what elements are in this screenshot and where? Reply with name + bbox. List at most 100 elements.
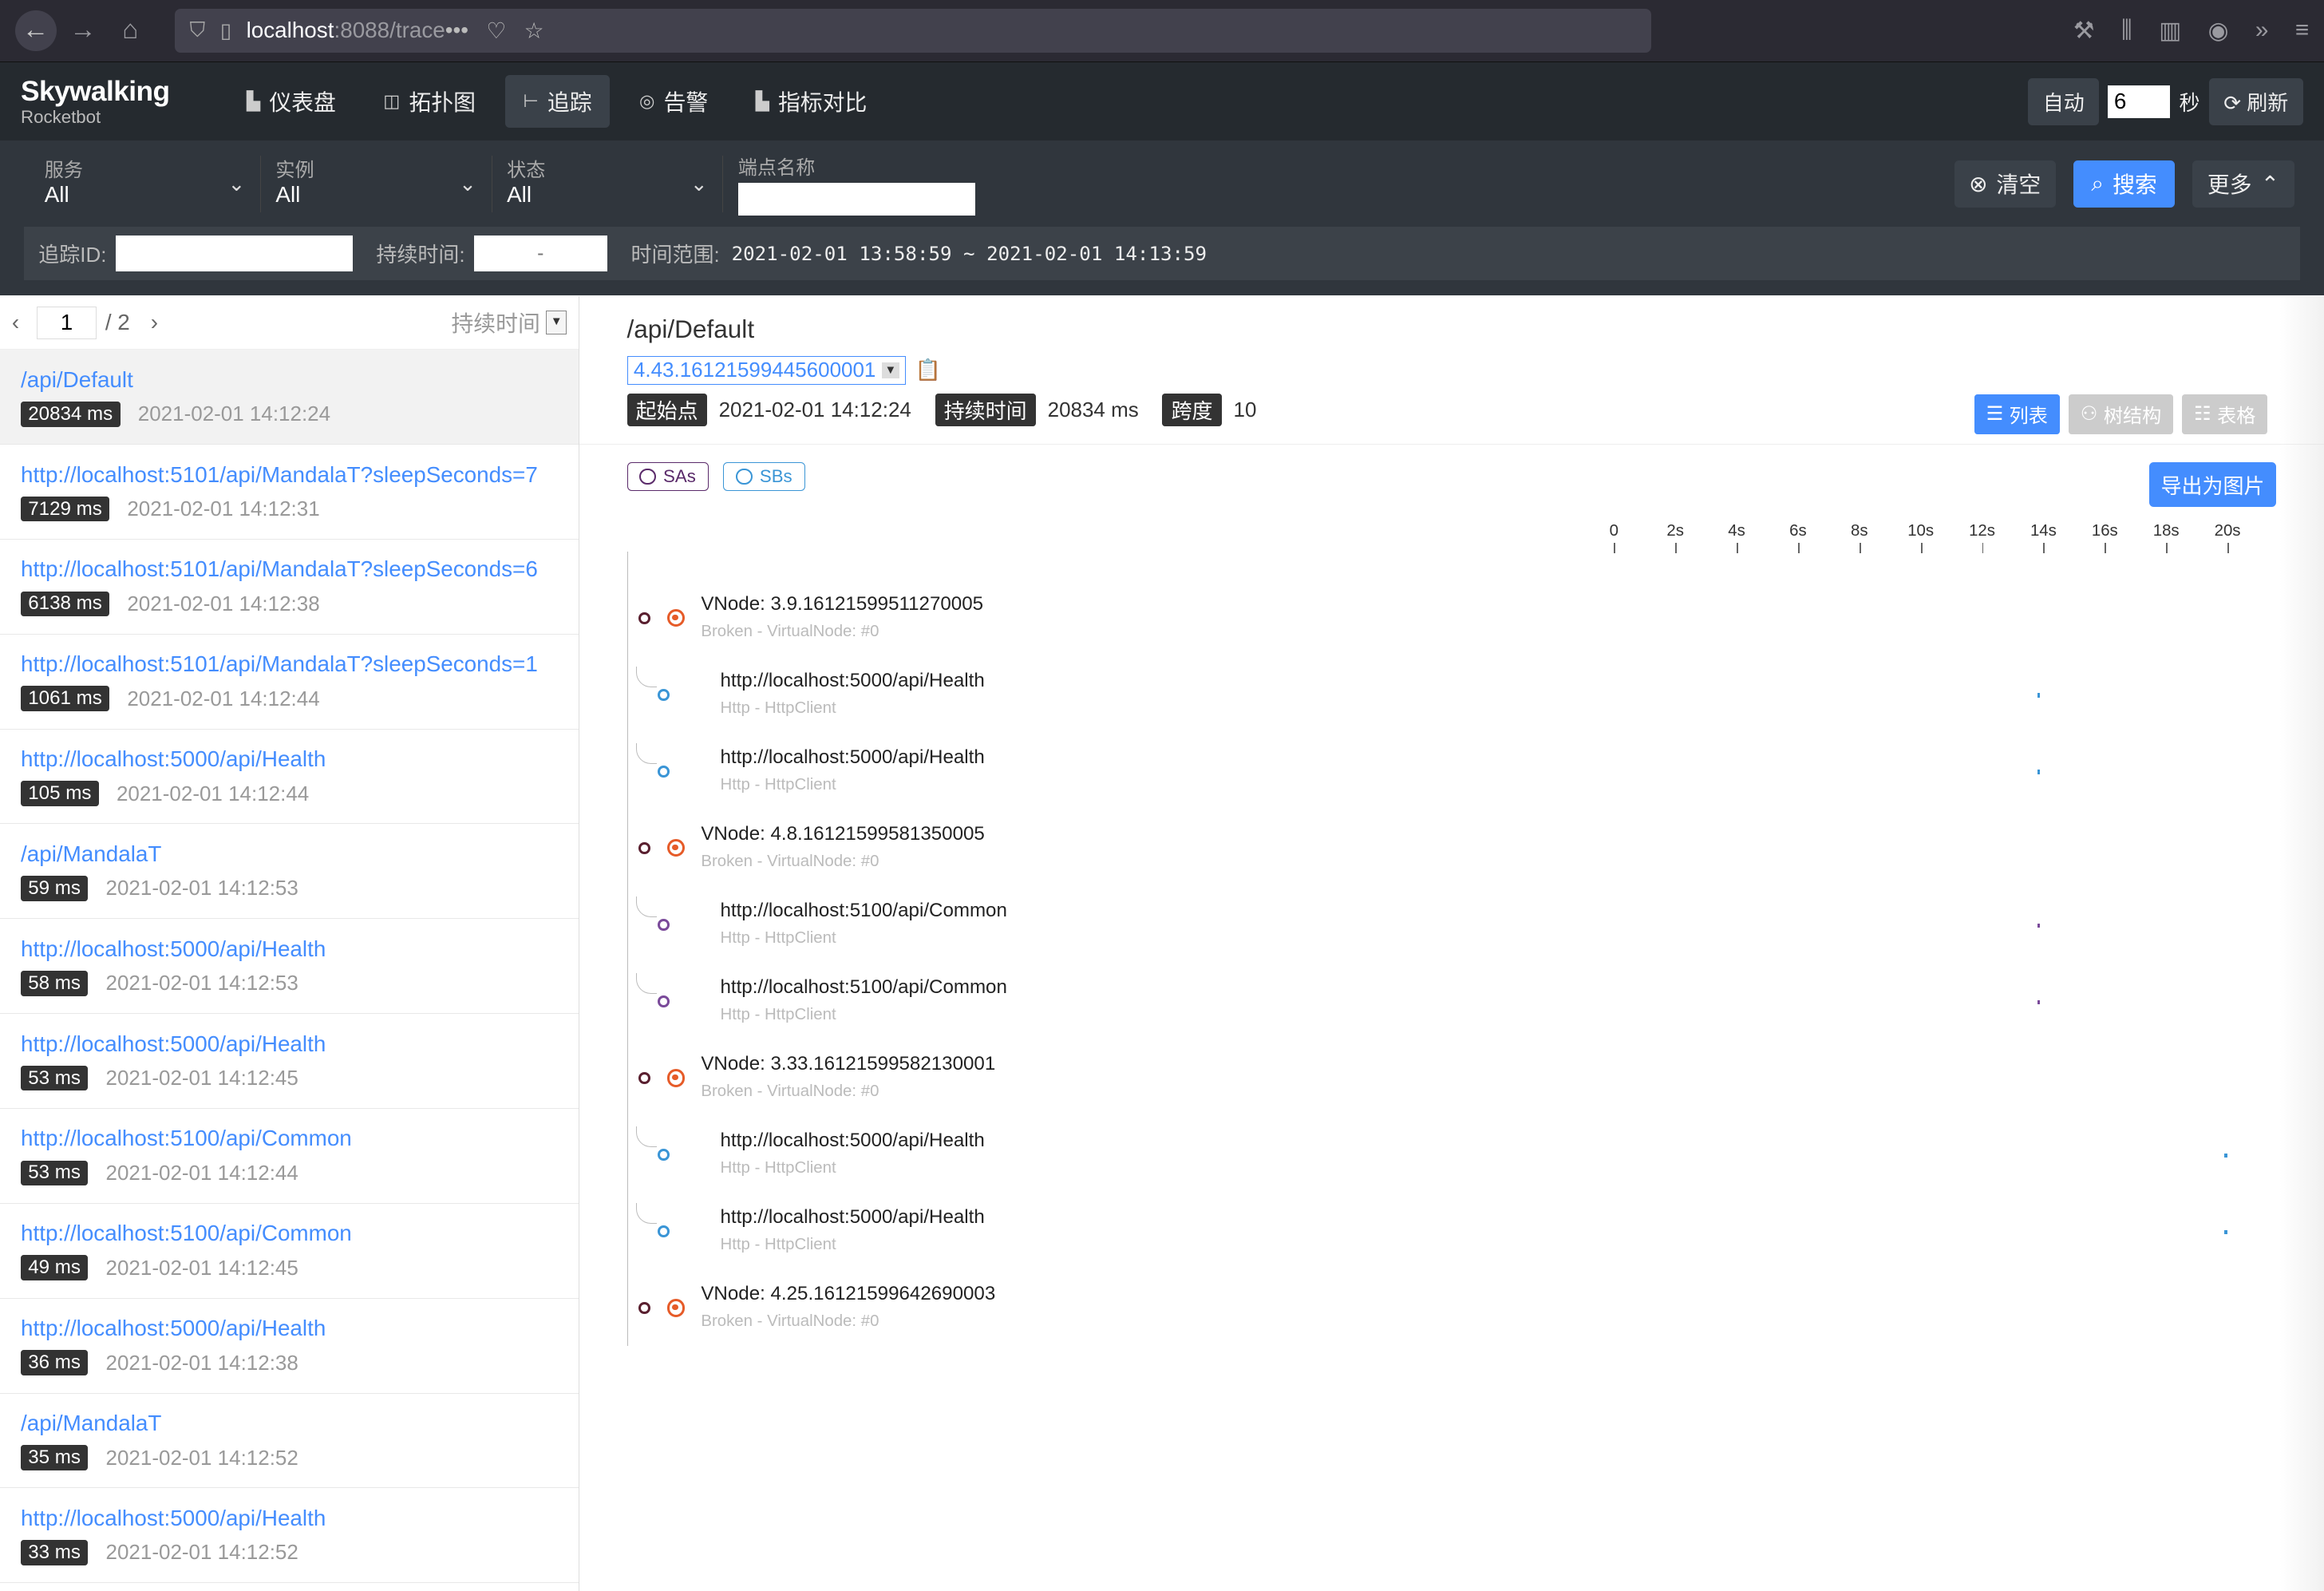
menu-label: 指标对比 <box>777 90 868 116</box>
duration-input[interactable] <box>473 235 607 271</box>
trace-list-item[interactable]: /api/Default 20834 ms 2021-02-01 14:12:24 <box>0 350 579 445</box>
home-icon[interactable]: ⌂ <box>109 10 151 52</box>
wrench-icon[interactable]: ⚒ <box>2073 17 2095 45</box>
trace-list-item[interactable]: http://localhost:5000/api/Health 53 ms 202… <box>0 1014 579 1109</box>
duration-badge: 59 ms <box>20 876 89 901</box>
span-row[interactable]: http://localhost:5000/api/Health Http - H… <box>627 663 2287 741</box>
menu-compare[interactable]: ▙ 指标对比 <box>737 75 884 128</box>
page-input[interactable]: 1 <box>37 306 97 339</box>
sas-toggle[interactable]: SAs <box>626 462 709 491</box>
span-row[interactable]: http://localhost:5100/api/Common Http - H… <box>627 893 2287 971</box>
clear-button[interactable]: ⊗ 清空 <box>1954 160 2056 208</box>
trace-endpoint[interactable]: http://localhost:5100/api/Common <box>21 1126 558 1151</box>
span-type: Broken - VirtualNode: #0 <box>701 1312 879 1330</box>
trace-id-input[interactable] <box>115 235 353 271</box>
trace-list-item[interactable]: http://localhost:5000/api/Health 36 ms 202… <box>0 1299 579 1394</box>
trace-id-select[interactable]: 4.43.16121599445600001 ▼ <box>626 355 907 386</box>
endpoint-input[interactable] <box>737 183 975 216</box>
trace-endpoint[interactable]: http://localhost:5000/api/Health <box>21 1316 558 1341</box>
instance-select[interactable]: 实例 All ⌄ <box>261 155 492 212</box>
span-bar <box>2037 923 2041 928</box>
axis-tick <box>1737 542 1738 553</box>
view-list-button[interactable]: ☰ 列表 <box>1974 394 2060 434</box>
menu-trace[interactable]: ⊢ 追踪 <box>505 75 610 129</box>
span-name: VNode: 4.8.16121599581350005 <box>701 822 985 845</box>
export-image-button[interactable]: 导出为图片 <box>2148 462 2277 507</box>
trace-time: 2021-02-01 14:12:38 <box>127 591 320 615</box>
url-bar[interactable]: ⛉ ▯ localhost:8088/trace ••• ♡ ☆ <box>175 8 1651 53</box>
trace-list-item[interactable]: http://localhost:5101/api/MandalaT?sleep… <box>0 445 579 540</box>
sort-label: 持续时间 <box>451 311 540 337</box>
range-value[interactable]: 2021-02-01 13:58:59 ~ 2021-02-01 14:13:5… <box>732 243 1207 265</box>
trace-list-item[interactable]: http://localhost:5000/api/Health 58 ms 202… <box>0 919 579 1015</box>
search-button[interactable]: ⌕ 搜索 <box>2073 160 2176 208</box>
trace-endpoint[interactable]: http://localhost:5000/api/Health <box>21 1031 558 1057</box>
account-icon[interactable]: ◉ <box>2208 17 2229 45</box>
trace-endpoint[interactable]: http://localhost:5000/api/Health <box>21 936 558 962</box>
list-icon: ☰ <box>1986 403 2004 425</box>
topology-icon: ◫ <box>383 91 401 112</box>
axis-tick <box>1614 542 1616 553</box>
auto-refresh-toggle[interactable]: 自动 <box>2028 77 2100 125</box>
span-node-icon <box>658 995 670 1007</box>
star-icon[interactable]: ☆ <box>524 18 544 44</box>
trace-endpoint[interactable]: /api/Default <box>21 367 558 393</box>
trace-list-item[interactable]: http://localhost:5100/api/Common 49 ms 202… <box>0 1204 579 1299</box>
trace-list-item[interactable]: http://localhost:5101/api/MandalaT?sleep… <box>0 635 579 730</box>
trace-endpoint[interactable]: http://localhost:5101/api/MandalaT?sleep… <box>21 556 558 582</box>
span-row[interactable]: http://localhost:5100/api/Common Http - H… <box>627 970 2287 1047</box>
forward-icon[interactable]: → <box>62 10 104 52</box>
span-row[interactable]: VNode: 4.25.16121599642690003 Broken - Vi… <box>627 1276 2287 1354</box>
more-button[interactable]: 更多 ⌃ <box>2192 160 2294 208</box>
hamburger-icon[interactable]: ≡ <box>2295 17 2309 44</box>
trace-list-item[interactable]: /api/MandalaT 35 ms 2021-02-01 14:12:52 <box>0 1394 579 1489</box>
span-row[interactable]: http://localhost:5000/api/Health Http - H… <box>627 1200 2287 1277</box>
prev-page-icon[interactable]: ‹ <box>12 310 19 335</box>
menu-alarm[interactable]: ◎ 告警 <box>622 75 726 128</box>
span-row[interactable]: VNode: 3.9.16121599511270005 Broken - Vir… <box>627 587 2287 664</box>
interval-input[interactable] <box>2108 85 2171 118</box>
overflow-icon[interactable]: » <box>2255 17 2269 44</box>
service-select[interactable]: 服务 All ⌄ <box>30 155 261 212</box>
next-page-icon[interactable]: › <box>151 310 158 335</box>
url-path: :8088/trace <box>334 18 445 43</box>
span-type: Broken - VirtualNode: #0 <box>701 622 879 640</box>
menu-dashboard[interactable]: ▙ 仪表盘 <box>229 75 354 128</box>
tree-icon: ⚇ <box>2080 403 2098 425</box>
trace-time: 2021-02-01 14:12:45 <box>105 1255 298 1280</box>
span-row[interactable]: http://localhost:5000/api/Health Http - H… <box>627 1123 2287 1201</box>
trace-endpoint[interactable]: http://localhost:5100/api/Common <box>21 1221 558 1246</box>
sbs-toggle[interactable]: SBs <box>723 462 805 491</box>
refresh-button[interactable]: ⟳ 刷新 <box>2208 77 2303 125</box>
span-row[interactable]: VNode: 3.33.16121599582130001 Broken - Vi… <box>627 1047 2287 1124</box>
trace-list-item[interactable]: http://localhost:5000/api/Health 33 ms 202… <box>0 1488 579 1584</box>
trace-endpoint[interactable]: /api/MandalaT <box>21 841 558 867</box>
shield-icon: ⛉ <box>189 18 206 42</box>
trace-list-item[interactable]: http://localhost:5100/api/Common 53 ms 202… <box>0 1109 579 1204</box>
span-name: http://localhost:5000/api/Health <box>720 746 985 768</box>
duration-badge: 1061 ms <box>20 686 110 712</box>
back-icon[interactable]: ← <box>14 10 57 52</box>
trace-endpoint[interactable]: http://localhost:5000/api/Health <box>21 1506 558 1531</box>
trace-list-item[interactable]: /api/MandalaT 59 ms 2021-02-01 14:12:53 <box>0 824 579 920</box>
status-select[interactable]: 状态 All ⌄ <box>492 155 724 212</box>
more-dots-icon[interactable]: ••• <box>445 18 468 44</box>
trace-endpoint[interactable]: http://localhost:5101/api/MandalaT?sleep… <box>21 651 558 677</box>
trace-endpoint[interactable]: /api/MandalaT <box>21 1411 558 1436</box>
library-icon[interactable]: ⫼ <box>2121 17 2132 44</box>
trace-endpoint[interactable]: http://localhost:5101/api/MandalaT?sleep… <box>21 462 558 488</box>
span-row[interactable]: VNode: 4.8.16121599581350005 Broken - Vir… <box>627 817 2287 894</box>
pocket-icon[interactable]: ♡ <box>486 18 506 44</box>
view-tree-button[interactable]: ⚇ 树结构 <box>2068 394 2174 434</box>
duration-badge: 49 ms <box>20 1255 89 1281</box>
trace-endpoint[interactable]: http://localhost:5000/api/Health <box>21 746 558 772</box>
span-node-icon <box>638 841 651 854</box>
clipboard-icon[interactable]: 📋 <box>915 358 940 382</box>
trace-list-item[interactable]: http://localhost:5101/api/MandalaT?sleep… <box>0 540 579 635</box>
sort-select[interactable]: 持续时间 ▼ <box>451 307 567 338</box>
menu-topology[interactable]: ◫ 拓扑图 <box>366 75 493 128</box>
sidebar-icon[interactable]: ▥ <box>2159 17 2181 45</box>
view-table-button[interactable]: ☷ 表格 <box>2182 394 2268 434</box>
span-row[interactable]: http://localhost:5000/api/Health Http - H… <box>627 740 2287 817</box>
trace-list-item[interactable]: http://localhost:5000/api/Health 105 ms 20… <box>0 730 579 825</box>
